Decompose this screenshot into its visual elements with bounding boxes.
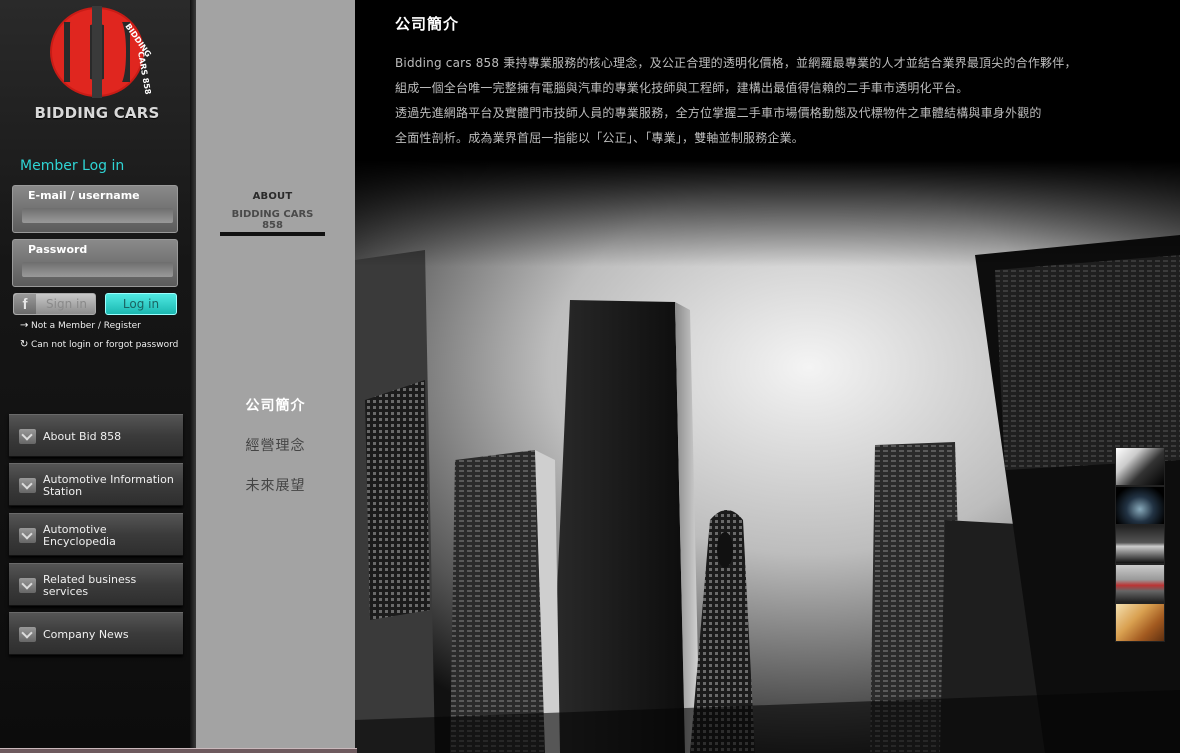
facebook-icon: f <box>14 294 36 314</box>
facebook-signin-label: Sign in <box>46 297 87 311</box>
forgot-password-link[interactable]: ↻ Can not login or forgot password <box>20 339 178 350</box>
nav-item-label: Automotive Encyclopedia <box>43 522 116 548</box>
login-button[interactable]: Log in <box>105 293 177 315</box>
email-input[interactable] <box>22 208 173 223</box>
section-title-line2: BIDDING CARS 858 <box>231 209 314 231</box>
password-field-box: Password <box>12 239 178 287</box>
chevron-down-icon <box>19 429 36 444</box>
subnav-business-philosophy[interactable]: 經營理念 <box>196 435 355 455</box>
chevron-down-icon <box>19 578 36 593</box>
thumbnail-3[interactable] <box>1115 525 1165 564</box>
register-label: Not a Member / Register <box>31 321 141 331</box>
forgot-label: Can not login or forgot password <box>31 340 179 350</box>
section-title-line1: ABOUT <box>252 191 293 202</box>
chevron-down-icon <box>19 478 36 493</box>
password-input[interactable] <box>22 262 173 277</box>
page-title: 公司簡介 <box>395 15 460 33</box>
bottom-edge-strip <box>0 748 357 753</box>
nav-item-label: About Bid 858 <box>43 429 122 443</box>
intro-line-4: 全面性剖析。成為業界首屈一指能以「公正」、「專業」，雙軸並制服務企業。 <box>395 131 805 145</box>
chevron-down-icon <box>19 528 36 543</box>
refresh-icon: ↻ <box>20 339 29 350</box>
nav-item-about[interactable]: About Bid 858 <box>9 414 183 457</box>
left-sidebar: BIDDING CARS 858 BIDDING CARS Member Log… <box>0 0 196 753</box>
nav-item-encyclopedia[interactable]: Automotive Encyclopedia <box>9 513 183 556</box>
brand-name: BIDDING CARS <box>34 104 160 122</box>
facebook-signin-button[interactable]: f Sign in <box>13 293 96 315</box>
thumbnail-4[interactable] <box>1115 564 1165 603</box>
intro-line-2: 組成一個全台唯一完整擁有電腦與汽車的專業化技師與工程師，建構出最值得信賴的二手車… <box>395 81 969 95</box>
section-title-underline <box>220 232 325 236</box>
intro-line-1: Bidding cars 858 秉持專業服務的核心理念，及公正合理的透明化價格… <box>395 56 1077 70</box>
bidding-cars-logo[interactable]: BIDDING CARS 858 BIDDING CARS <box>30 4 164 126</box>
nav-item-label: Related business services <box>43 572 137 598</box>
nav-item-company-news[interactable]: Company News <box>9 612 183 655</box>
thumbnail-1[interactable] <box>1115 447 1165 486</box>
subnav-company-profile[interactable]: 公司簡介 <box>196 395 355 415</box>
nav-item-business-services[interactable]: Related business services <box>9 563 183 606</box>
chevron-down-icon <box>19 627 36 642</box>
main-content: 公司簡介 Bidding cars 858 秉持專業服務的核心理念，及公正合理的… <box>355 0 1180 753</box>
thumbnail-2[interactable] <box>1115 486 1165 525</box>
password-label: Password <box>28 243 88 256</box>
thumbnail-5[interactable] <box>1115 603 1165 642</box>
section-subnav-column: ABOUT BIDDING CARS 858 公司簡介 經營理念 未來展望 <box>196 0 355 753</box>
nav-item-label: Company News <box>43 627 129 641</box>
logo-mark-icon: BIDDING CARS 858 <box>50 6 153 98</box>
skyscraper-hero-image <box>355 160 1180 753</box>
member-login-title: Member Log in <box>20 158 125 174</box>
nav-item-automotive-info[interactable]: Automotive Information Station <box>9 463 183 506</box>
subnav-future-outlook[interactable]: 未來展望 <box>196 475 355 495</box>
register-link[interactable]: → Not a Member / Register <box>20 320 141 331</box>
arrow-right-icon: → <box>20 320 29 331</box>
email-label: E-mail / username <box>28 189 140 202</box>
intro-line-3: 透過先進網路平台及實體門市技師人員的專業服務，全方位掌握二手車市場價格動態及代標… <box>395 106 1042 120</box>
section-title: ABOUT BIDDING CARS 858 <box>220 191 325 231</box>
thumbnail-strip <box>1115 447 1166 642</box>
email-field-box: E-mail / username <box>12 185 178 233</box>
nav-item-label: Automotive Information Station <box>43 472 174 498</box>
